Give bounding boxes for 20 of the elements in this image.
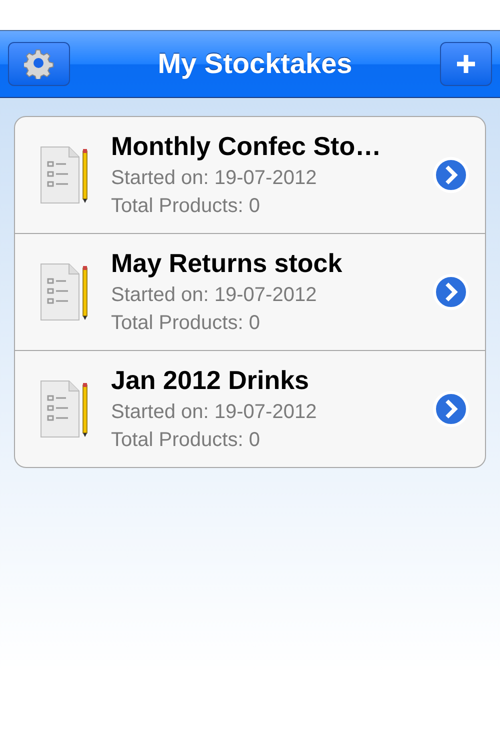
- stocktake-row[interactable]: Monthly Confec Sto… Started on: 19-07-2012 Total Products: 0: [15, 117, 485, 234]
- start-date: Started on: 19-07-2012: [111, 282, 318, 308]
- chevron-right-icon[interactable]: [433, 157, 469, 193]
- stocktake-name: May Returns stock: [111, 248, 344, 278]
- stocktake-row[interactable]: May Returns stock Started on: 19-07-2012 Total Products: 0: [15, 234, 485, 351]
- chevron-right-icon[interactable]: [433, 391, 469, 427]
- add-button[interactable]: [440, 42, 492, 86]
- start-date: Started on: 19-07-2012: [111, 166, 318, 190]
- settings-button[interactable]: [8, 42, 70, 86]
- stocktake-name: Jan 2012 Drinks: [111, 364, 310, 396]
- screen-title: My Stocktakes: [158, 48, 352, 80]
- product-count: Total Products: 0: [111, 310, 261, 336]
- settings-icon: [24, 49, 54, 79]
- product-count: Total Products: 0: [111, 194, 261, 218]
- plus-icon: [454, 53, 477, 75]
- stocktake-name: Monthly Confec Sto…: [111, 130, 382, 162]
- start-date: Started on: 19-07-2012: [111, 400, 318, 424]
- chevron-right-icon[interactable]: [433, 274, 469, 310]
- stocktake-row[interactable]: Jan 2012 Drinks Started on: 19-07-2012 Total Products: 0: [15, 351, 485, 467]
- product-count: Total Products: 0: [111, 428, 261, 452]
